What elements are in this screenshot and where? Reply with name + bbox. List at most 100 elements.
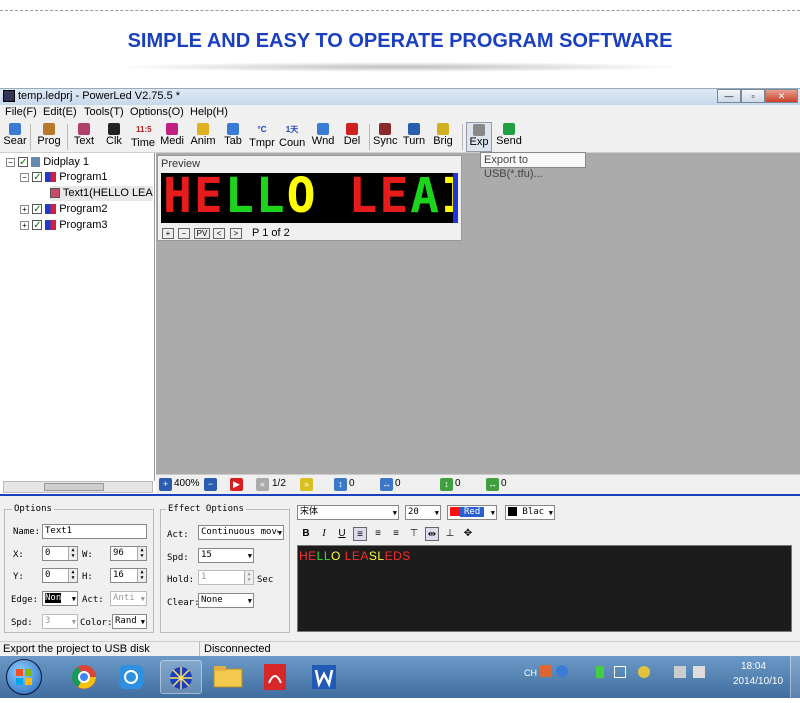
help-icon[interactable] [556, 665, 568, 677]
toolbar-text-button[interactable]: Text [71, 122, 97, 152]
w-field[interactable]: 96 ▲ ▼ [110, 546, 147, 561]
vertical-size-icon[interactable]: ↕ [440, 478, 453, 491]
language-indicator[interactable]: CH [524, 668, 537, 678]
preview-pv-button[interactable]: PV [194, 228, 210, 239]
zoom-out-icon[interactable]: − [204, 478, 217, 491]
menu-edit[interactable]: Edit(E) [43, 106, 77, 118]
collapse-icon[interactable]: − [20, 172, 29, 182]
clock-date[interactable]: 2014/10/10 [733, 676, 783, 687]
menu-options[interactable]: Options(O) [130, 106, 184, 118]
show-desktop-button[interactable] [790, 656, 800, 698]
align-bottom-icon[interactable]: ⊥ [443, 527, 457, 541]
scroll-thumb[interactable] [44, 483, 104, 491]
clock-time[interactable]: 18:04 [741, 661, 766, 672]
toolbar-tmpr-button[interactable]: °C Tmpr [249, 122, 275, 152]
font-size-select[interactable]: 20 ▼ [405, 505, 441, 520]
effect-act-select[interactable]: Continuous move ▼ [198, 525, 284, 540]
collapse-icon[interactable]: − [6, 157, 15, 167]
play-icon[interactable]: ▶ [230, 478, 243, 491]
vertical-move-icon[interactable]: ↕ [334, 478, 347, 491]
start-button[interactable] [6, 659, 42, 695]
battery-icon[interactable] [596, 666, 604, 678]
powerled-taskbar-icon[interactable] [160, 660, 202, 694]
previous-page-icon[interactable]: « [256, 478, 269, 491]
hold-field[interactable]: 1 ▲ ▼ [198, 570, 254, 585]
chrome-taskbar-icon[interactable] [63, 660, 105, 694]
horizontal-size-icon[interactable]: ↔ [486, 478, 499, 491]
browser-taskbar-icon[interactable] [110, 660, 152, 694]
tree-item-program1[interactable]: − Program1 [20, 170, 107, 185]
fore-color-select[interactable]: Red ▼ [447, 505, 497, 520]
toolbar-tab-button[interactable]: Tab [222, 122, 244, 152]
program3-checkbox[interactable] [32, 218, 43, 233]
toolbar-sear-button[interactable]: Sear [2, 122, 28, 152]
bold-button[interactable]: B [299, 527, 313, 541]
toolbar-brig-button[interactable]: Brig [431, 122, 455, 152]
toolbar-send-button[interactable]: Send [496, 122, 522, 152]
toolbar-coun-button[interactable]: 1天 Coun [279, 122, 305, 152]
align-left-icon[interactable]: ≡ [353, 527, 367, 541]
toolbar-clk-button[interactable]: Clk [104, 122, 124, 152]
ime-icon[interactable] [540, 665, 552, 677]
edge-select[interactable]: Non ▼ [42, 591, 78, 606]
close-button[interactable]: ✕ [765, 89, 798, 103]
name-field[interactable]: Text1 [42, 524, 147, 539]
underline-button[interactable]: U [335, 527, 349, 541]
move-icon[interactable]: ✥ [461, 527, 475, 541]
toolbar-sync-button[interactable]: Sync [373, 122, 397, 152]
minimize-button[interactable]: — [717, 89, 741, 103]
wps-taskbar-icon[interactable] [303, 660, 345, 694]
edge-act-select[interactable]: Anti ▼ [110, 591, 147, 606]
tree-item-display[interactable]: − Didplay 1 [6, 155, 89, 170]
edge-color-select[interactable]: Rand ▼ [112, 614, 147, 629]
maximize-button[interactable]: ▫ [741, 89, 765, 103]
toolbar-medi-button[interactable]: Medi [159, 122, 185, 152]
program1-checkbox[interactable] [32, 170, 43, 185]
y-field[interactable]: 0 ▲ ▼ [42, 568, 78, 583]
menu-tools[interactable]: Tools(T) [84, 106, 124, 118]
explorer-taskbar-icon[interactable] [207, 660, 249, 694]
clear-select[interactable]: None ▼ [198, 593, 254, 608]
preview-next-button[interactable]: > [230, 228, 242, 239]
preview-zoom-in-button[interactable]: + [162, 228, 174, 239]
network-icon[interactable] [674, 666, 686, 678]
tray-app-icon[interactable] [638, 666, 650, 678]
next-page-icon[interactable]: » [300, 478, 313, 491]
align-top-icon[interactable]: ⊤ [407, 527, 421, 541]
menu-help[interactable]: Help(H) [190, 106, 228, 118]
zoom-in-icon[interactable]: + [159, 478, 172, 491]
editor-content[interactable]: HELLO LEASLEDS [299, 549, 411, 563]
tree-item-program2[interactable]: + Program2 [20, 202, 107, 217]
effect-speed-select[interactable]: 15 ▼ [198, 548, 254, 563]
expand-icon[interactable]: + [20, 220, 29, 230]
back-color-select[interactable]: Blac ▼ [505, 505, 555, 520]
toolbar-prog-button[interactable]: Prog [34, 122, 64, 152]
toolbar-del-button[interactable]: Del [340, 122, 364, 152]
align-center-icon[interactable]: ≡ [371, 527, 385, 541]
toolbar-exp-button[interactable]: Exp [466, 122, 492, 152]
x-field[interactable]: 0 ▲ ▼ [42, 546, 78, 561]
menu-file[interactable]: File(F) [5, 106, 37, 118]
tray-app-icon[interactable] [614, 666, 626, 678]
font-select[interactable]: 宋体 ▼ [297, 505, 399, 520]
preview-prev-button[interactable]: < [213, 228, 225, 239]
tree-item-text1[interactable]: Text1(HELLO LEADI [50, 186, 153, 201]
toolbar-turn-button[interactable]: Turn [402, 122, 426, 152]
align-right-icon[interactable]: ≡ [389, 527, 403, 541]
edge-speed-select[interactable]: 3 ▼ [42, 614, 78, 629]
toolbar-wnd-button[interactable]: Wnd [310, 122, 336, 152]
program2-checkbox[interactable] [32, 202, 43, 217]
tree-item-program3[interactable]: + Program3 [20, 218, 107, 233]
expand-icon[interactable]: + [20, 204, 29, 214]
volume-icon[interactable] [693, 666, 705, 678]
toolbar-time-button[interactable]: 11:5 Time [131, 122, 155, 152]
italic-button[interactable]: I [317, 527, 331, 541]
preview-zoom-out-button[interactable]: − [178, 228, 190, 239]
tree-horizontal-scrollbar[interactable] [3, 481, 153, 493]
toolbar-anim-button[interactable]: Anim [190, 122, 216, 152]
display-checkbox[interactable] [18, 155, 29, 170]
align-middle-icon[interactable]: ⇹ [425, 527, 439, 541]
pdf-taskbar-icon[interactable] [254, 660, 296, 694]
horizontal-move-icon[interactable]: ↔ [380, 478, 393, 491]
h-field[interactable]: 16 ▲ ▼ [110, 568, 147, 583]
